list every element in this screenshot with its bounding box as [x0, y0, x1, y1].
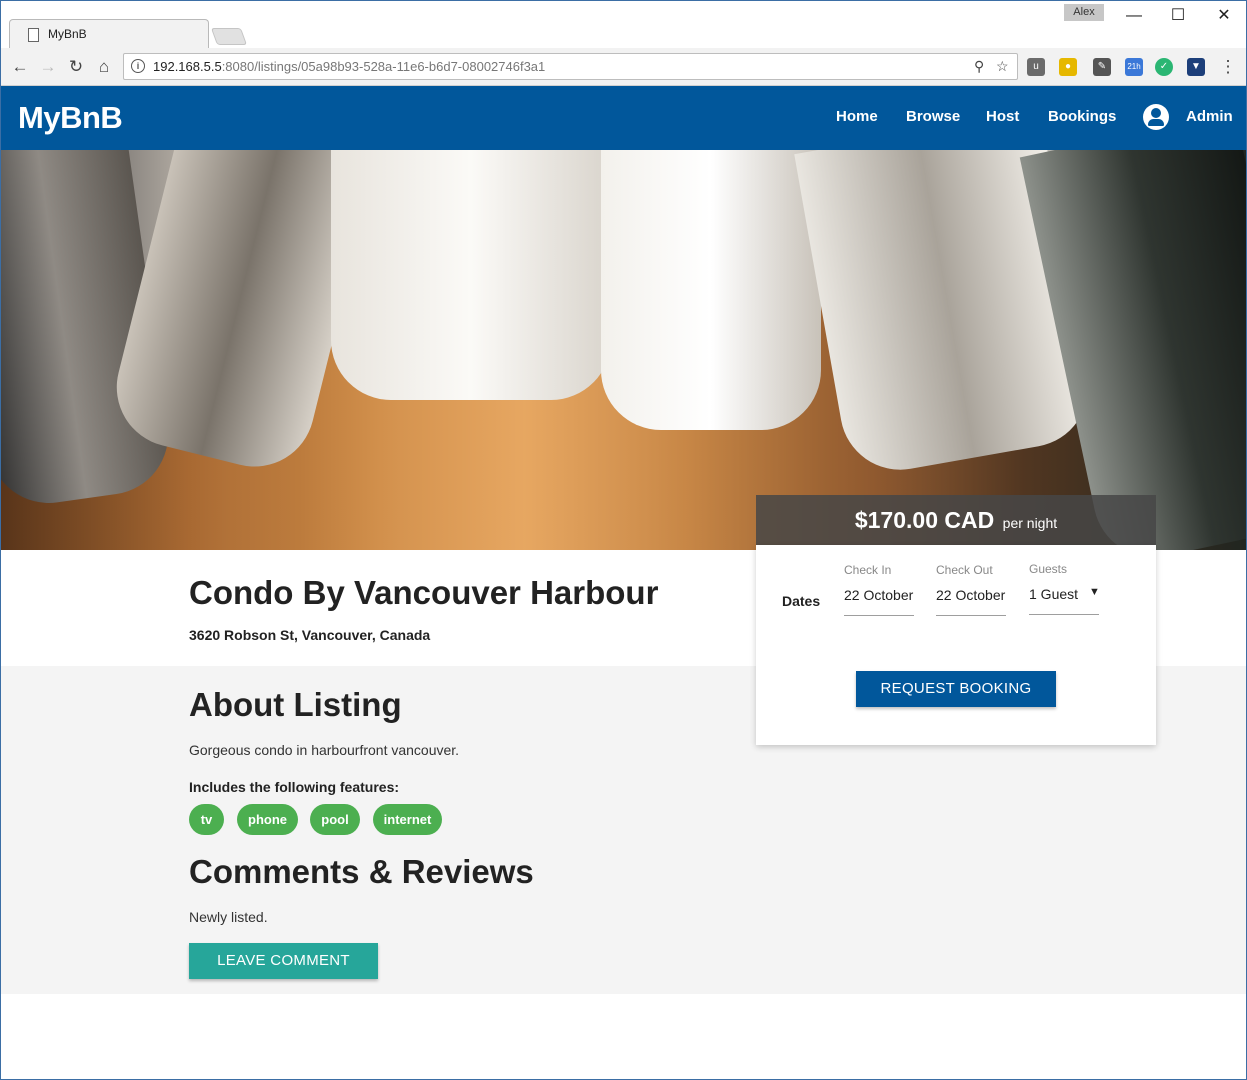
app-navbar: MyBnB Home Browse Host Bookings Admin [1, 86, 1246, 150]
leave-comment-button[interactable]: LEAVE COMMENT [189, 943, 378, 979]
account-circle-icon[interactable] [1143, 104, 1169, 130]
eyedropper-icon[interactable]: ✎ [1093, 58, 1111, 76]
maximize-icon[interactable]: ☐ [1155, 3, 1201, 29]
nav-account[interactable]: Admin [1186, 108, 1233, 125]
profile-badge[interactable]: Alex [1064, 4, 1104, 21]
nav-host[interactable]: Host [986, 108, 1019, 125]
info-icon[interactable]: i [131, 59, 145, 73]
check-out-input[interactable]: 22 October [936, 587, 1006, 616]
page-icon [28, 28, 39, 42]
nav-browse[interactable]: Browse [906, 108, 960, 125]
listing-address: 3620 Robson St, Vancouver, Canada [189, 627, 431, 643]
check-out-label: Check Out [936, 563, 993, 577]
browser-toolbar: ← → ↻ ⌂ i 192.168.5.5:8080/listings/05a9… [1, 48, 1246, 86]
listing-title: Condo By Vancouver Harbour [189, 574, 659, 611]
tab-title: MyBnB [48, 27, 87, 41]
star-icon[interactable]: ☆ [996, 58, 1009, 75]
booking-card: Dates Check In 22 October Check Out 22 O… [756, 545, 1156, 745]
forward-icon[interactable]: → [37, 56, 59, 78]
check-in-field[interactable]: Check In 22 October [844, 563, 914, 616]
lock-extension-icon[interactable]: ● [1059, 58, 1077, 76]
feature-chip: tv [189, 804, 224, 835]
brand-logo[interactable]: MyBnB [18, 100, 123, 136]
guests-select[interactable]: 1 Guest ▼ [1029, 586, 1100, 615]
guests-label: Guests [1029, 562, 1068, 576]
browser-tab[interactable]: MyBnB [9, 19, 209, 49]
shield-extension-icon[interactable]: ✓ [1155, 58, 1173, 76]
features-label: Includes the following features: [189, 779, 400, 795]
new-tab-button[interactable] [210, 28, 248, 45]
timer-extension-icon[interactable]: 21h [1125, 58, 1143, 76]
dates-label: Dates [782, 593, 821, 609]
guests-field[interactable]: Guests 1 Guest ▼ [1029, 562, 1100, 615]
feature-chip: internet [373, 804, 442, 835]
key-icon[interactable]: ⚲ [974, 58, 984, 75]
about-heading: About Listing [189, 686, 402, 723]
price-unit: per night [1002, 515, 1058, 531]
price-banner: $170.00 CAD per night [756, 495, 1156, 545]
feature-chip: pool [310, 804, 360, 835]
check-in-label: Check In [844, 563, 892, 577]
nav-bookings[interactable]: Bookings [1048, 108, 1116, 125]
address-bar[interactable]: i 192.168.5.5:8080/listings/05a98b93-528… [123, 53, 1018, 80]
listing-hero-image [1, 150, 1246, 550]
check-out-field[interactable]: Check Out 22 October [936, 563, 1006, 616]
close-icon[interactable]: ✕ [1201, 3, 1246, 29]
menu-icon[interactable]: ⋮ [1217, 56, 1239, 78]
vpn-extension-icon[interactable]: ▼ [1187, 58, 1205, 76]
check-in-input[interactable]: 22 October [844, 587, 914, 616]
home-icon[interactable]: ⌂ [93, 56, 115, 78]
comments-empty-text: Newly listed. [189, 909, 268, 925]
back-icon[interactable]: ← [9, 56, 31, 78]
nav-home[interactable]: Home [836, 108, 878, 125]
url-text: 192.168.5.5:8080/listings/05a98b93-528a-… [153, 59, 546, 74]
feature-chip: phone [237, 804, 298, 835]
request-booking-button[interactable]: REQUEST BOOKING [856, 671, 1056, 707]
hero-curtain-fold [331, 150, 611, 400]
browser-window: MyBnB Alex — ☐ ✕ ← → ↻ ⌂ i 192.168.5.5:8… [0, 0, 1247, 1080]
comments-heading: Comments & Reviews [189, 853, 534, 890]
reload-icon[interactable]: ↻ [65, 56, 87, 78]
ublock-icon[interactable]: u [1027, 58, 1045, 76]
dropdown-arrow-icon: ▼ [1089, 586, 1100, 598]
price-amount: $170.00 CAD [854, 507, 995, 533]
browser-titlebar: MyBnB Alex — ☐ ✕ [1, 1, 1246, 49]
listing-description: Gorgeous condo in harbourfront vancouver… [189, 742, 460, 758]
hero-curtain-fold [601, 150, 821, 430]
minimize-icon[interactable]: — [1111, 3, 1157, 29]
